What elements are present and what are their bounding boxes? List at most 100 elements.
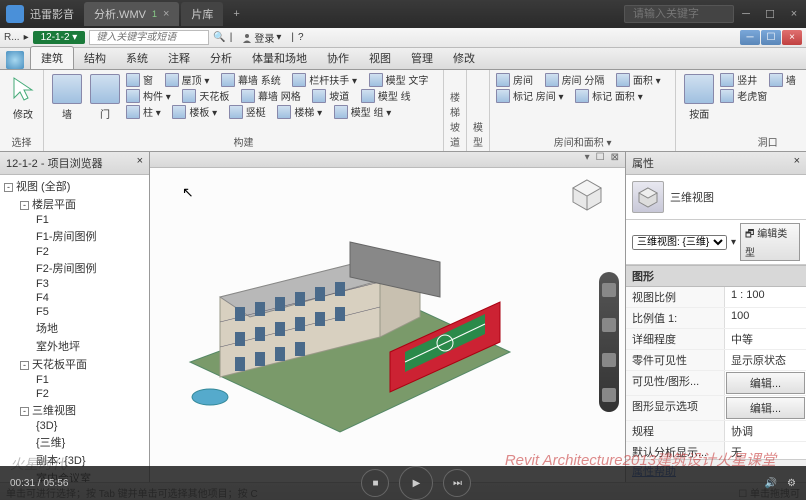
tree-node[interactable]: -楼层平面: [0, 195, 149, 213]
player-play-button[interactable]: ▶: [399, 466, 433, 500]
player-search-input[interactable]: [624, 5, 734, 23]
ribbon-item[interactable]: 房间 分隔: [562, 72, 605, 87]
property-row[interactable]: 详细程度中等: [626, 329, 806, 350]
tree-node[interactable]: F2-房间图例: [0, 259, 149, 277]
wall-button[interactable]: 墙: [50, 72, 84, 123]
tree-node[interactable]: F1-房间图例: [0, 227, 149, 245]
ribbon-item[interactable]: 构件 ▾: [143, 88, 171, 103]
ribbon-item[interactable]: 楼板 ▾: [189, 104, 217, 119]
search-icon[interactable]: 🔍: [213, 32, 225, 43]
app-minimize-icon[interactable]: ─: [740, 30, 760, 45]
ribbon-item[interactable]: 天花板: [199, 88, 229, 103]
ribbon-item[interactable]: 墙: [786, 72, 796, 87]
player-next-button[interactable]: ⏭: [443, 469, 471, 497]
tree-node[interactable]: F3: [0, 277, 149, 291]
ribbon-item[interactable]: 栏杆扶手 ▾: [309, 72, 357, 87]
tree-node[interactable]: F1: [0, 213, 149, 227]
browser-tree[interactable]: -视图 (全部)-楼层平面F1F1-房间图例F2F2-房间图例F3F4F5场地室…: [0, 175, 149, 482]
property-row[interactable]: 图形显示选项编辑...: [626, 396, 806, 421]
ribbon-tab-massing[interactable]: 体量和场地: [242, 47, 317, 69]
player-tab-add[interactable]: +: [225, 4, 247, 24]
close-icon[interactable]: ×: [163, 8, 169, 20]
property-row[interactable]: 比例值 1:100: [626, 308, 806, 329]
nav-orbit-icon[interactable]: [602, 388, 616, 402]
tree-node[interactable]: 室外地坪: [0, 337, 149, 355]
player-settings-icon[interactable]: ⚙: [787, 478, 796, 489]
help-icon[interactable]: ?: [298, 32, 304, 43]
ribbon-item[interactable]: 坡道: [329, 88, 349, 103]
app-menu-icon[interactable]: [6, 51, 24, 69]
viewport-close-icon[interactable]: ⊠: [611, 152, 619, 167]
tree-node[interactable]: -天花板平面: [0, 355, 149, 373]
ribbon-item[interactable]: 屋顶 ▾: [182, 72, 210, 87]
player-volume-icon[interactable]: 🔊: [765, 478, 777, 489]
ribbon-tab-annotate[interactable]: 注释: [158, 47, 200, 69]
ribbon-item[interactable]: 房间: [513, 72, 533, 87]
properties-grid[interactable]: 图形视图比例1 : 100比例值 1:100详细程度中等零件可见性显示原状态可见…: [626, 265, 806, 459]
ribbon-item[interactable]: 标记 面积 ▾: [592, 88, 643, 103]
tree-node[interactable]: F5: [0, 305, 149, 319]
edit-type-button[interactable]: 🗗 编辑类型: [740, 223, 800, 261]
player-close-icon[interactable]: ×: [782, 4, 806, 24]
opening-byface-button[interactable]: 按面: [682, 72, 716, 123]
tree-node[interactable]: 场地: [0, 319, 149, 337]
ribbon-tab-architecture[interactable]: 建筑: [30, 46, 74, 69]
property-row[interactable]: 可见性/图形...编辑...: [626, 371, 806, 396]
instance-selector[interactable]: 三维视图: {三维}: [632, 235, 727, 250]
tree-node[interactable]: F2: [0, 245, 149, 259]
ribbon-item[interactable]: 面积 ▾: [633, 72, 661, 87]
viewport-restore-icon[interactable]: ☐: [596, 152, 605, 167]
ribbon-item[interactable]: 竖梃: [246, 104, 266, 119]
nav-wheel-icon[interactable]: [602, 283, 616, 297]
app-search-input[interactable]: [89, 30, 209, 45]
ribbon-item[interactable]: 幕墙 网格: [258, 88, 301, 103]
tree-node[interactable]: F1: [0, 373, 149, 387]
nav-zoom-icon[interactable]: [602, 353, 616, 367]
navigation-bar[interactable]: [599, 272, 619, 412]
ribbon-tab-collaborate[interactable]: 协作: [317, 47, 359, 69]
nav-pan-icon[interactable]: [602, 318, 616, 332]
tree-node[interactable]: {三维}: [0, 433, 149, 451]
tree-node[interactable]: F4: [0, 291, 149, 305]
player-stop-button[interactable]: ■: [361, 469, 389, 497]
player-tab-video[interactable]: 分析.WMV 1 ×: [84, 2, 179, 26]
viewport-3d[interactable]: ▾ ☐ ⊠ ↖: [150, 152, 626, 482]
tree-node[interactable]: -三维视图: [0, 401, 149, 419]
property-row[interactable]: 默认分析显示...无: [626, 442, 806, 459]
player-tab-library[interactable]: 片库: [181, 2, 223, 26]
ribbon-tab-structure[interactable]: 结构: [74, 47, 116, 69]
ribbon-item[interactable]: 模型 线: [378, 88, 411, 103]
property-row[interactable]: 视图比例1 : 100: [626, 287, 806, 308]
panel-close-icon[interactable]: ×: [794, 155, 800, 171]
login-button[interactable]: 登录 ▾: [236, 29, 287, 46]
property-row[interactable]: 规程协调: [626, 421, 806, 442]
panel-close-icon[interactable]: ×: [137, 155, 143, 171]
viewport-menu-icon[interactable]: ▾: [585, 152, 590, 167]
ribbon-tab-modify[interactable]: 修改: [443, 47, 485, 69]
ribbon-tab-analyze[interactable]: 分析: [200, 47, 242, 69]
ribbon-item[interactable]: 老虎窗: [737, 88, 767, 103]
doc-selector[interactable]: 12-1-2 ▾: [33, 31, 86, 44]
ribbon-tab-manage[interactable]: 管理: [401, 47, 443, 69]
ribbon-item[interactable]: 幕墙 系统: [238, 72, 281, 87]
player-minimize-icon[interactable]: ─: [734, 4, 758, 24]
property-row[interactable]: 零件可见性显示原状态: [626, 350, 806, 371]
tree-node[interactable]: {3D}: [0, 419, 149, 433]
ribbon-item[interactable]: 模型 文字: [386, 72, 429, 87]
ribbon-item[interactable]: 楼梯 ▾: [294, 104, 322, 119]
ribbon-item[interactable]: 标记 房间 ▾: [513, 88, 564, 103]
player-maximize-icon[interactable]: ☐: [758, 4, 782, 24]
ribbon-item[interactable]: 柱 ▾: [143, 104, 161, 119]
ribbon-item[interactable]: 竖井: [737, 72, 757, 87]
ribbon-item[interactable]: 模型 组 ▾: [351, 104, 392, 119]
app-restore-icon[interactable]: ☐: [761, 30, 781, 45]
ribbon-tab-systems[interactable]: 系统: [116, 47, 158, 69]
ribbon-item[interactable]: 窗: [143, 72, 153, 87]
tree-node[interactable]: -视图 (全部): [0, 177, 149, 195]
tree-node[interactable]: F2: [0, 387, 149, 401]
door-button[interactable]: 门: [88, 72, 122, 123]
viewcube[interactable]: [569, 176, 605, 212]
type-selector[interactable]: 三维视图: [626, 175, 806, 220]
modify-button[interactable]: 修改: [6, 72, 40, 123]
ribbon-tab-view[interactable]: 视图: [359, 47, 401, 69]
